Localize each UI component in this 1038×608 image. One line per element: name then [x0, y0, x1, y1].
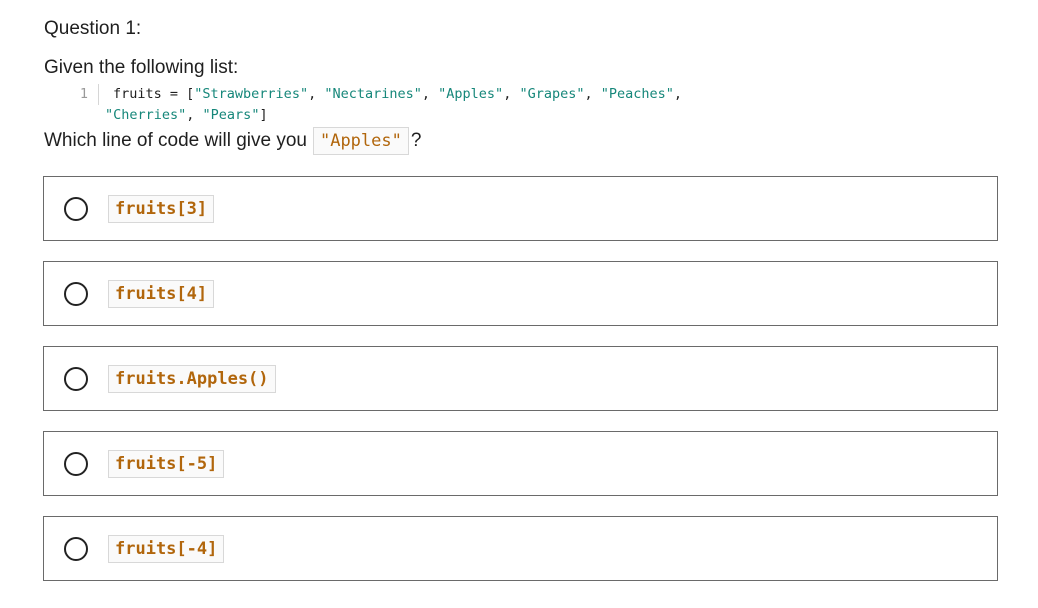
option-code: fruits[3]: [108, 194, 215, 223]
option-code: fruits.Apples(): [108, 364, 276, 393]
prompt-inline-code: "Apples": [312, 127, 409, 155]
question-prompt: Which line of code will give you "Apples…: [44, 127, 421, 155]
option-code: fruits[-4]: [108, 534, 225, 563]
code-line-1: 1 fruits = ["Strawberries", "Nectarines"…: [70, 84, 682, 105]
code-text: fruits = ["Strawberries", "Nectarines", …: [113, 86, 683, 102]
code-suffix: ]: [259, 107, 268, 123]
answer-option-2[interactable]: fruits[4]: [43, 261, 998, 326]
answer-option-1[interactable]: fruits[3]: [43, 176, 998, 241]
answer-option-5[interactable]: fruits[-4]: [43, 516, 998, 581]
code-prefix: fruits = [: [113, 86, 195, 102]
answer-option-4[interactable]: fruits[-5]: [43, 431, 998, 496]
code-string: "Grapes": [519, 86, 585, 102]
code-string: "Cherries": [105, 107, 187, 123]
line-number: 1: [70, 84, 99, 105]
code-string: "Pears": [202, 107, 260, 123]
radio-button-icon[interactable]: [64, 281, 88, 306]
prompt-question-mark: ?: [410, 130, 422, 151]
code-block: 1 fruits = ["Strawberries", "Nectarines"…: [70, 84, 682, 126]
code-string: "Strawberries": [194, 86, 309, 102]
question-intro: Given the following list:: [44, 57, 239, 78]
radio-button-icon[interactable]: [64, 366, 88, 391]
option-code: fruits[-5]: [108, 449, 225, 478]
quiz-page: Question 1: Given the following list: 1 …: [0, 0, 1038, 608]
radio-button-icon[interactable]: [64, 196, 88, 221]
code-string: "Nectarines": [324, 86, 422, 102]
question-title: Question 1:: [44, 18, 142, 39]
code-string: "Peaches": [600, 86, 674, 102]
radio-button-icon[interactable]: [64, 536, 88, 561]
answer-options: fruits[3] fruits[4] fruits.Apples() frui…: [43, 176, 998, 601]
radio-button-icon[interactable]: [64, 451, 88, 476]
prompt-text: Which line of code will give you: [44, 130, 307, 151]
code-string: "Apples": [438, 86, 504, 102]
answer-option-3[interactable]: fruits.Apples(): [43, 346, 998, 411]
option-code: fruits[4]: [108, 279, 215, 308]
code-line-continuation: "Cherries", "Pears"]: [105, 107, 268, 123]
